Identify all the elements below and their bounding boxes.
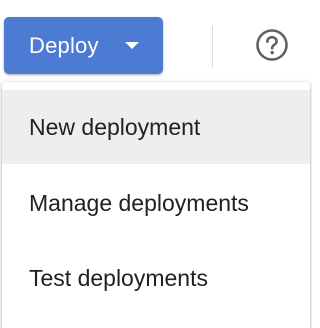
- caret-down-icon: [125, 42, 139, 49]
- deploy-button-label: Deploy: [29, 33, 99, 58]
- menu-item-manage-deployments[interactable]: Manage deployments: [2, 166, 310, 240]
- help-circle-icon: [256, 29, 288, 61]
- deploy-button[interactable]: Deploy: [4, 17, 163, 74]
- toolbar-divider: [212, 26, 213, 68]
- menu-item-test-deployments[interactable]: Test deployments: [2, 241, 310, 315]
- help-icon[interactable]: [255, 28, 289, 62]
- deploy-toolbar-area: Deploy New deployment Manage deployments…: [0, 0, 312, 328]
- menu-item-new-deployment[interactable]: New deployment: [2, 90, 310, 164]
- deploy-dropdown-menu: New deployment Manage deployments Test d…: [2, 82, 310, 328]
